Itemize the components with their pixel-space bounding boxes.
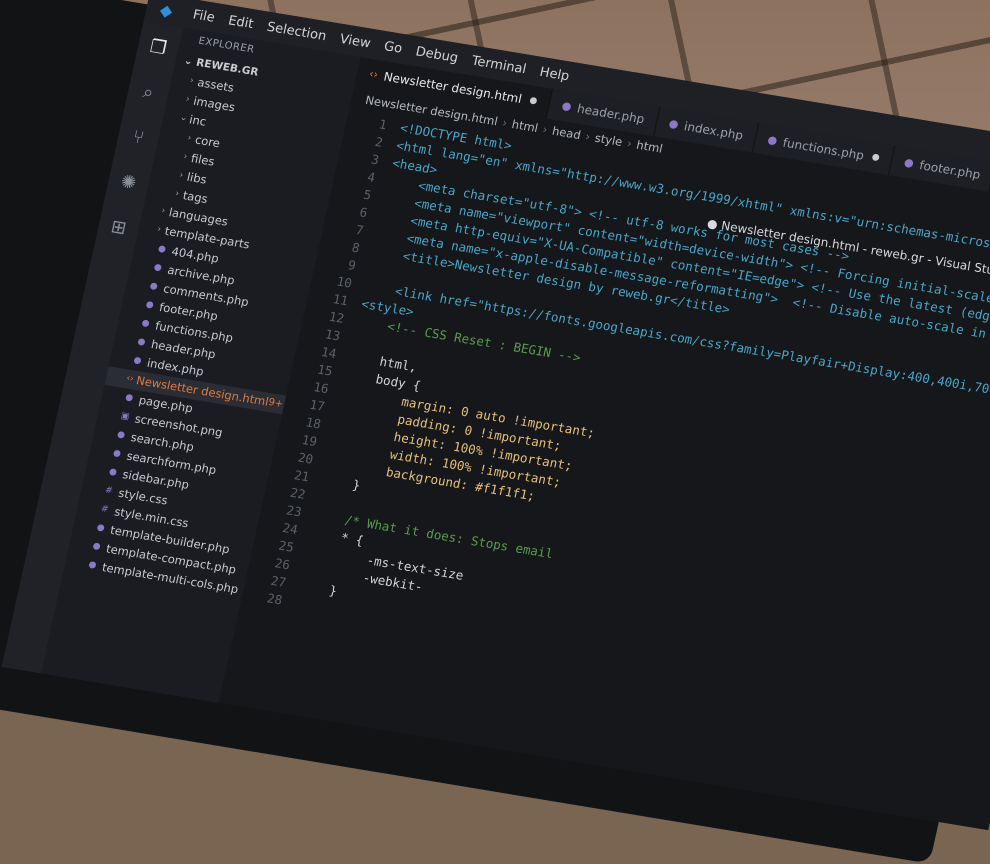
- php-file-icon: ●: [667, 116, 680, 131]
- menu-debug[interactable]: Debug: [407, 43, 466, 67]
- menu-edit[interactable]: Edit: [220, 12, 262, 33]
- php-file-icon: ●: [144, 299, 155, 311]
- php-file-icon: ●: [132, 355, 143, 367]
- chevron-right-icon: ›: [501, 115, 509, 130]
- image-file-icon: ▣: [119, 411, 131, 423]
- php-file-icon: ●: [116, 429, 127, 441]
- php-file-icon: ●: [107, 466, 118, 478]
- menu-terminal[interactable]: Terminal: [463, 52, 534, 78]
- unsaved-dot-icon[interactable]: ●: [526, 86, 540, 117]
- css-file-icon: #: [103, 485, 114, 497]
- unsaved-dot-icon[interactable]: ●: [869, 142, 883, 173]
- menu-file[interactable]: File: [185, 6, 224, 27]
- php-file-icon: ●: [91, 541, 102, 553]
- menu-go[interactable]: Go: [376, 38, 411, 58]
- breadcrumb-html[interactable]: html: [511, 117, 540, 135]
- html-file-icon: ‹›: [125, 373, 135, 385]
- chevron-right-icon: ›: [584, 129, 592, 144]
- php-file-icon: ●: [87, 559, 98, 571]
- php-file-icon: ●: [902, 155, 916, 170]
- php-file-icon: ●: [148, 281, 159, 293]
- menu-view[interactable]: View: [332, 30, 379, 52]
- php-file-icon: ●: [140, 318, 151, 330]
- menu-selection[interactable]: Selection: [259, 18, 335, 45]
- php-file-icon: ●: [766, 133, 779, 148]
- php-file-icon: ●: [156, 243, 167, 255]
- php-file-icon: ●: [152, 262, 163, 274]
- php-file-icon: ●: [112, 448, 122, 460]
- html-file-icon: ‹›: [367, 67, 380, 82]
- code-editor[interactable]: 1 <!DOCTYPE html> 2 <html lang="en" xmlns="…: [241, 110, 990, 730]
- php-file-icon: ●: [136, 336, 147, 348]
- php-file-icon: ●: [95, 522, 106, 534]
- vscode-logo-icon: ◆: [158, 0, 175, 21]
- chevron-right-icon: ›: [625, 136, 634, 151]
- breadcrumb-head[interactable]: head: [551, 124, 582, 142]
- menu-help[interactable]: Help: [531, 63, 577, 85]
- breadcrumb-style[interactable]: style: [594, 131, 624, 149]
- css-file-icon: #: [99, 504, 110, 516]
- editor-area: ‹› Newsletter design.html ● ● header.php ● i…: [218, 57, 990, 831]
- chevron-right-icon: ›: [541, 122, 549, 137]
- php-file-icon: ●: [560, 98, 573, 114]
- php-file-icon: ●: [124, 392, 135, 404]
- breadcrumb-html-2[interactable]: html: [635, 138, 664, 156]
